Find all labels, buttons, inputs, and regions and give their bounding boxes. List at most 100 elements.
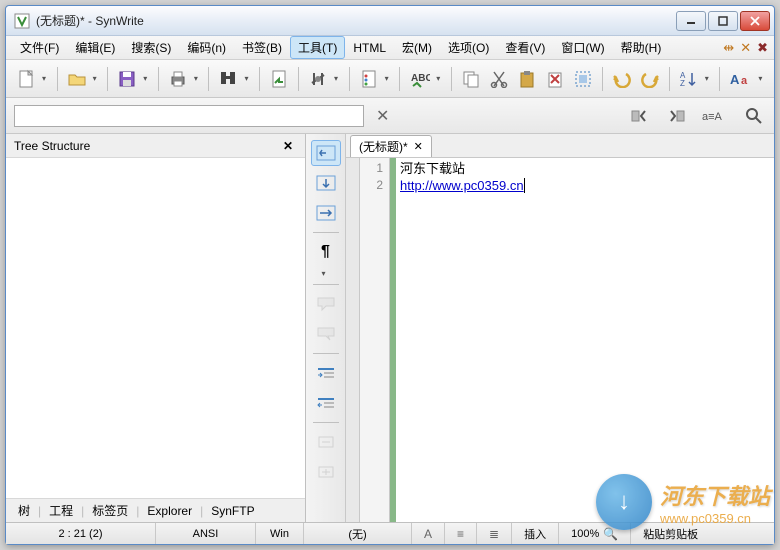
pilcrow-dropdown[interactable]: ▾ [322,269,330,278]
menu-options[interactable]: 选项(O) [440,36,497,59]
new-file-button[interactable] [14,65,38,93]
app-icon [14,13,30,29]
status-align[interactable]: ≡ [445,523,477,544]
select-all-button[interactable] [571,65,595,93]
close-search-icon[interactable]: ✕ [376,106,389,126]
settings-button[interactable] [306,65,330,93]
vbtn-wrap-left[interactable] [311,140,341,166]
font-icon: A [424,527,432,541]
tree-body[interactable] [6,158,305,498]
find-dropdown[interactable]: ▾ [244,74,252,83]
vbtn-fold[interactable] [311,429,341,455]
url-link[interactable]: http://www.pc0359.cn [400,178,524,193]
sort-dropdown[interactable]: ▾ [705,74,713,83]
tab-tree[interactable]: 树 [12,500,36,521]
sort-button[interactable]: AZ [677,65,701,93]
tab-explorer[interactable]: Explorer [141,502,198,520]
search-input[interactable] [14,105,364,127]
print-dropdown[interactable]: ▾ [194,74,202,83]
cut-button[interactable] [487,65,511,93]
window-title: (无标题)* - SynWrite [36,12,144,29]
menubar: 文件(F) 编辑(E) 搜索(S) 编码(n) 书签(B) 工具(T) HTML… [6,36,774,60]
align-icon: ≡ [457,527,464,541]
status-position[interactable]: 2 : 21 (2) [6,523,156,544]
syntax-button[interactable] [357,65,381,93]
minimize-button[interactable] [676,11,706,31]
tab-close-icon[interactable]: ✕ [414,140,423,153]
star-icon[interactable]: ✕ [740,40,751,56]
redo-button[interactable] [638,65,662,93]
zoom-search-button[interactable] [742,102,766,130]
line-numbers: 1 2 [360,158,390,522]
tab-tabs[interactable]: 标签页 [86,500,134,521]
open-dropdown[interactable]: ▾ [93,74,101,83]
vbtn-unfold[interactable] [311,459,341,485]
status-lineend[interactable]: Win [256,523,304,544]
code-content[interactable]: 河东下载站 http://www.pc0359.cn [396,158,774,522]
status-clip[interactable]: 粘贴剪贴板 [631,523,774,544]
status-zoom[interactable]: 100% 🔍 [559,523,631,544]
svg-text:a≡A: a≡A [702,111,723,123]
find-prev-button[interactable] [628,102,652,130]
menu-window[interactable]: 窗口(W) [553,36,612,59]
paste-button[interactable] [515,65,539,93]
find-button[interactable] [216,65,240,93]
undo-button[interactable] [610,65,634,93]
menu-html[interactable]: HTML [345,38,394,58]
vbtn-comment2[interactable] [311,321,341,347]
tab-project[interactable]: 工程 [43,500,79,521]
maximize-button[interactable] [708,11,738,31]
statusbar: 2 : 21 (2) ANSI Win (无) A ≡ ≣ 插入 100% 🔍 … [6,522,774,544]
menu-file[interactable]: 文件(F) [12,36,67,59]
spell-dropdown[interactable]: ▾ [436,74,444,83]
svg-text:ABC: ABC [411,73,430,84]
save-button[interactable] [115,65,139,93]
menu-search[interactable]: 搜索(S) [123,36,179,59]
menu-edit[interactable]: 编辑(E) [67,36,123,59]
match-case-button[interactable]: a≡A [700,102,730,130]
menu-bookmark[interactable]: 书签(B) [234,36,290,59]
panel-close-button[interactable]: ✕ [283,139,297,153]
menu-macro[interactable]: 宏(M) [394,36,440,59]
open-file-button[interactable] [65,65,89,93]
x-icon[interactable]: ✖ [757,40,768,56]
menu-help[interactable]: 帮助(H) [613,36,670,59]
goto-button[interactable] [267,65,291,93]
case-dropdown[interactable]: ▾ [758,74,766,83]
pin-icon[interactable]: ⇹ [723,40,734,56]
spellcheck-button[interactable]: ABC [407,65,432,93]
vbtn-indent[interactable] [311,360,341,386]
titlebar[interactable]: (无标题)* - SynWrite [6,6,774,36]
menu-encoding[interactable]: 编码(n) [179,36,234,59]
print-button[interactable] [166,65,190,93]
copy-button[interactable] [459,65,483,93]
status-font[interactable]: A [412,523,445,544]
vbtn-wrap-down[interactable] [311,170,341,196]
fold-gutter[interactable] [346,158,360,522]
vbtn-outdent[interactable] [311,390,341,416]
status-lexer[interactable]: (无) [304,523,412,544]
tab-synftp[interactable]: SynFTP [205,502,260,520]
case-button[interactable]: Aa [727,65,754,93]
close-button[interactable] [740,11,770,31]
vbtn-comment1[interactable] [311,291,341,317]
status-format[interactable]: ≣ [477,523,512,544]
format-icon: ≣ [489,527,499,541]
settings-dropdown[interactable]: ▾ [334,74,342,83]
code-editor[interactable]: 1 2 河东下载站 http://www.pc0359.cn [346,158,774,522]
delete-button[interactable] [543,65,567,93]
status-encoding[interactable]: ANSI [156,523,256,544]
save-dropdown[interactable]: ▾ [143,74,151,83]
status-mode[interactable]: 插入 [512,523,559,544]
document-tab[interactable]: (无标题)* ✕ [350,135,432,157]
tab-label: (无标题)* [359,138,408,155]
menu-view[interactable]: 查看(V) [497,36,553,59]
editor-area: (无标题)* ✕ 1 2 河东下载站 http://www.pc0359.cn [346,134,774,522]
vbtn-pilcrow[interactable]: ¶ [311,239,341,265]
menu-tools[interactable]: 工具(T) [290,36,345,59]
vbtn-wrap-right[interactable] [311,200,341,226]
panel-header: Tree Structure ✕ [6,134,305,158]
syntax-dropdown[interactable]: ▾ [385,74,393,83]
find-next-button[interactable] [664,102,688,130]
new-dropdown[interactable]: ▾ [42,74,50,83]
